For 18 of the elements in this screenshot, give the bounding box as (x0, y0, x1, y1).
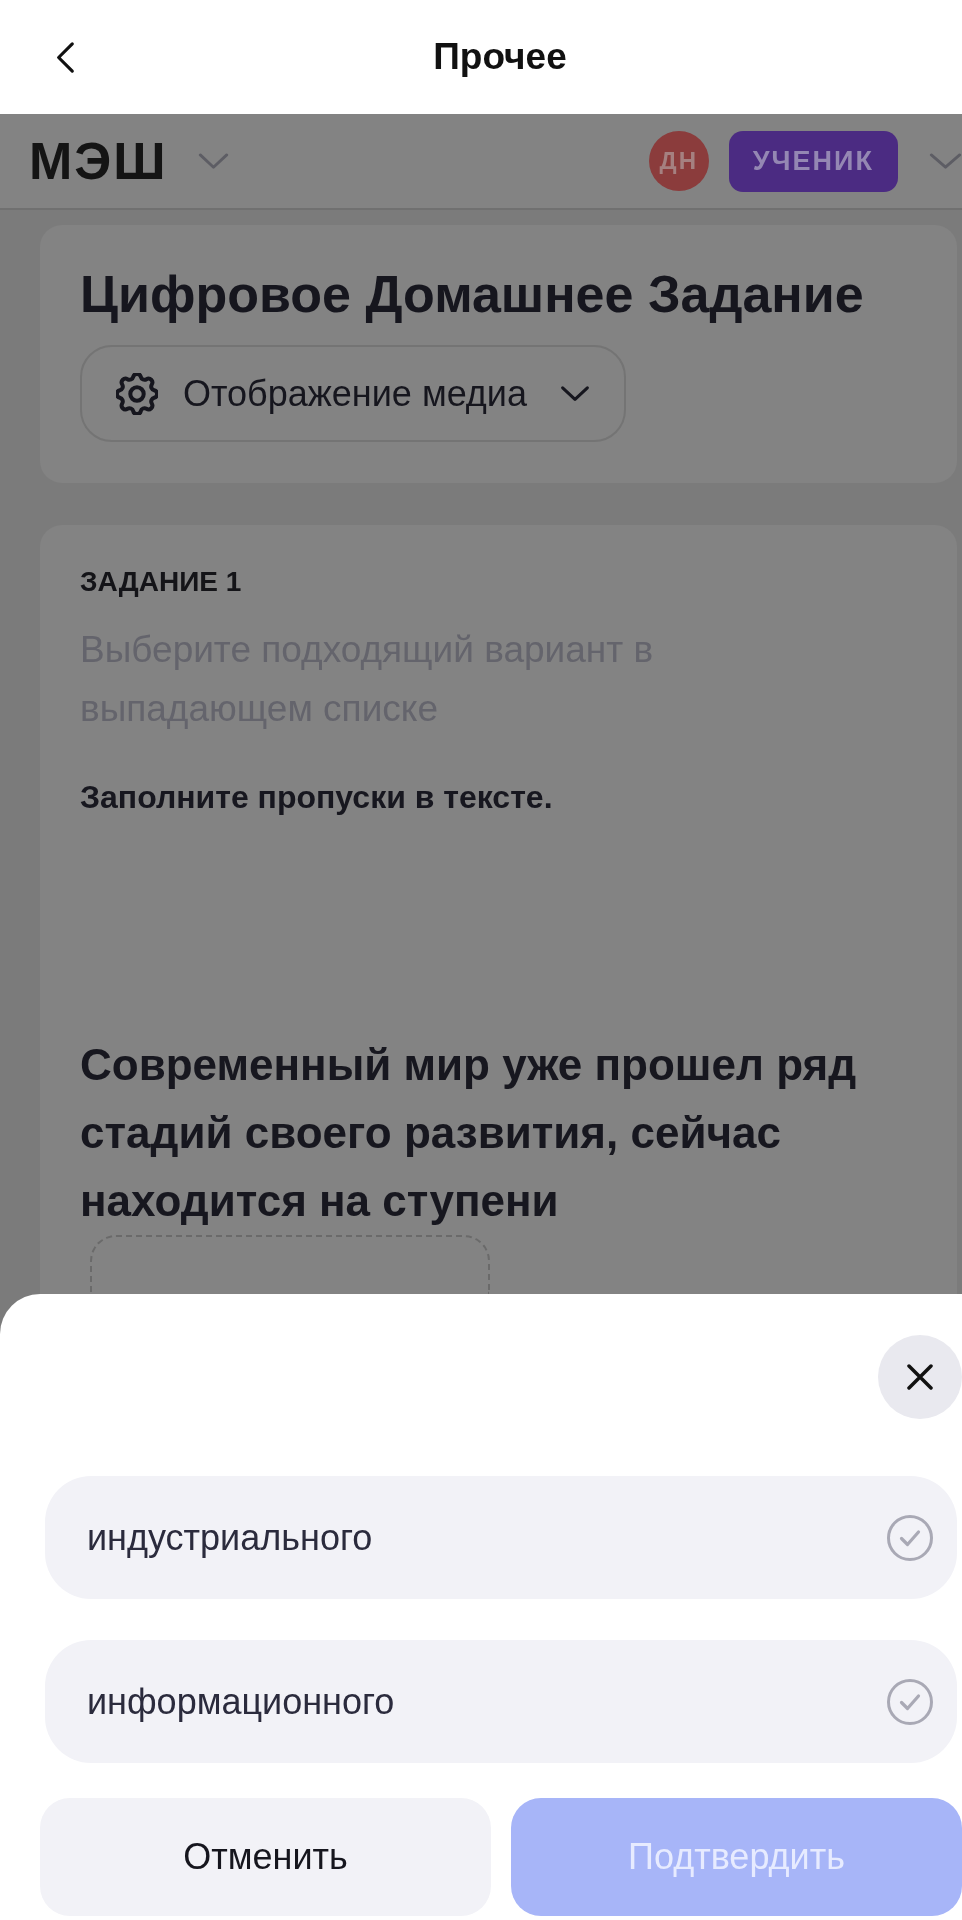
media-dropdown[interactable]: Отображение медиа (80, 345, 626, 442)
option-item[interactable]: индустриального (45, 1476, 957, 1599)
task-prompt: Заполните пропуски в тексте. (80, 778, 554, 817)
nav-title: Прочее (432, 36, 568, 78)
app-logo: МЭШ (29, 135, 168, 187)
role-badge: УЧЕНИК (728, 130, 898, 192)
chevron-left-icon (55, 40, 75, 74)
option-item[interactable]: информационного (45, 1640, 957, 1763)
settings-icon (116, 372, 158, 415)
cancel-button[interactable]: Отменить (40, 1798, 491, 1916)
chevron-down-icon[interactable] (197, 152, 229, 170)
page-title: Цифровое Домашнее Задание (80, 264, 865, 324)
task-sentence: Современный мир уже прошел ряд стадий своего развития, сейчас находится на ступени (80, 1039, 858, 1227)
avatar: ДН (648, 131, 709, 191)
close-icon (907, 1364, 933, 1390)
chevron-down-icon (560, 384, 590, 403)
chevron-down-icon[interactable] (929, 152, 962, 170)
task-number: ЗАДАНИЕ 1 (80, 565, 243, 599)
